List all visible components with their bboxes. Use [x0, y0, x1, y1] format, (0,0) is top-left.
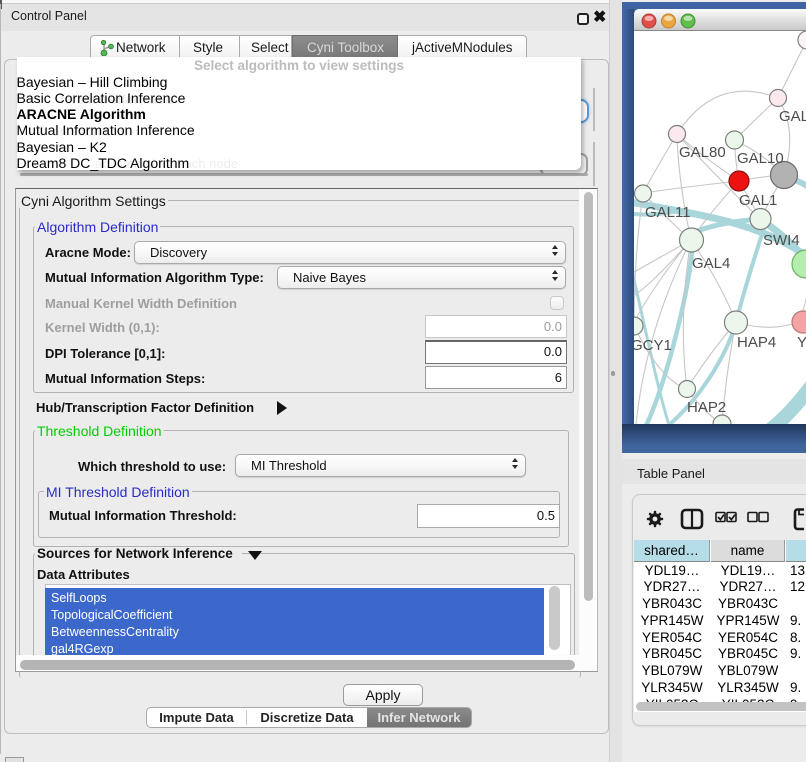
- svg-text:GAL80: GAL80: [679, 144, 726, 161]
- svg-text:GAL11: GAL11: [645, 204, 691, 221]
- svg-text:HAP2: HAP2: [687, 399, 726, 416]
- svg-text:HAP4: HAP4: [737, 334, 776, 351]
- svg-text:GAL7: GAL7: [779, 108, 806, 125]
- svg-text:GCY1: GCY1: [634, 337, 672, 354]
- svg-text:GAL10: GAL10: [737, 150, 784, 167]
- svg-text:SWI4: SWI4: [763, 232, 800, 249]
- svg-text:YL: YL: [797, 334, 806, 351]
- svg-text:GAL4: GAL4: [692, 255, 730, 272]
- svg-text:GAL1: GAL1: [739, 192, 777, 209]
